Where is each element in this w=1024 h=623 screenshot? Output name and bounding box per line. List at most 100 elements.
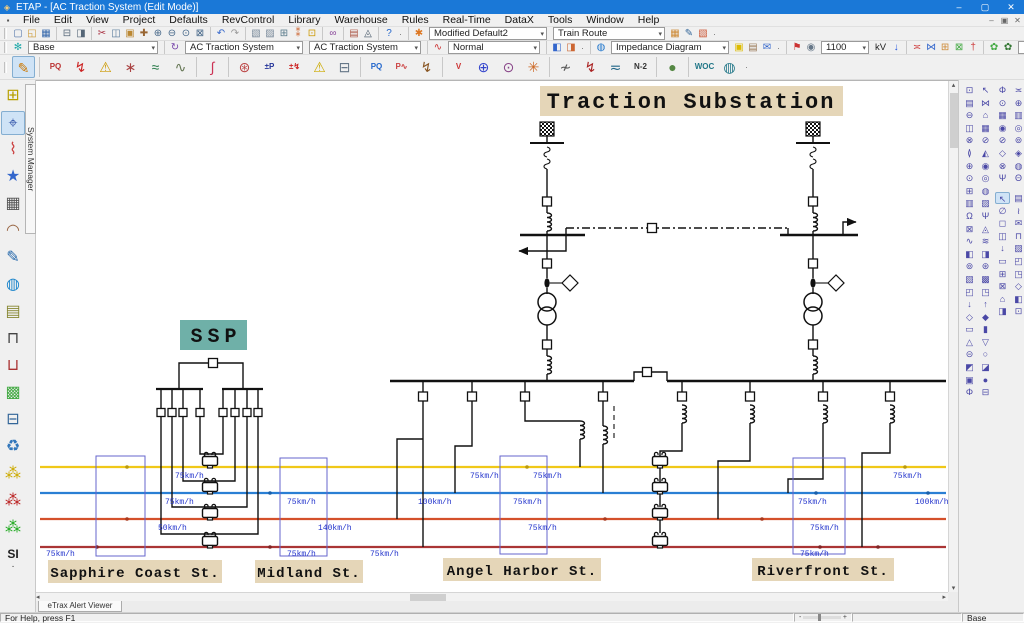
paste-icon[interactable]: ▣: [123, 27, 137, 40]
ac-element-icon-17[interactable]: ⊞: [962, 185, 977, 197]
page-new-icon[interactable]: ◧: [550, 41, 564, 54]
inst-element-icon-20[interactable]: ⊡: [1011, 305, 1024, 317]
chevron-down-icon[interactable]: ▾: [540, 30, 544, 38]
relay-element-icon-2[interactable]: ≍: [1011, 84, 1024, 96]
bus-sizing-icon[interactable]: ≍: [910, 41, 924, 54]
ac-element-icon-47[interactable]: ▣: [962, 374, 977, 386]
presentation-tree-icon[interactable]: ⊞: [1, 84, 25, 108]
vertical-scroll-thumb[interactable]: [950, 93, 958, 148]
people-icon[interactable]: ⁑: [291, 27, 305, 40]
toolbar-overflow-icon[interactable]: ·: [581, 43, 584, 53]
schedule-icon[interactable]: ⚑: [790, 41, 804, 54]
n2-icon[interactable]: N-2: [629, 56, 652, 78]
station-label[interactable]: Midland St.: [255, 560, 363, 583]
inst-element-icon-11[interactable]: ▭: [995, 255, 1010, 267]
palette-icon[interactable]: ▦: [668, 27, 682, 40]
menu-defaults[interactable]: Defaults: [162, 14, 215, 26]
relay-curve-icon[interactable]: ≂: [604, 56, 627, 78]
zoom-slider[interactable]: [803, 616, 841, 619]
system-manager-tab[interactable]: System Manager: [25, 84, 36, 234]
pin-icon[interactable]: †: [966, 41, 980, 54]
ac-element-icon-11[interactable]: ≬: [962, 147, 977, 159]
sc2-icon[interactable]: ↯: [579, 56, 602, 78]
horizontal-scrollbar[interactable]: ◂ ▸: [36, 592, 948, 601]
chevron-down-icon[interactable]: ▾: [151, 44, 155, 52]
station-region-box[interactable]: [280, 458, 327, 556]
find-icon[interactable]: ◬: [361, 27, 375, 40]
inst-element-icon-4[interactable]: ≀: [1011, 205, 1024, 217]
track-node-dot[interactable]: [603, 517, 607, 521]
ac-element-icon-24[interactable]: ◬: [978, 223, 993, 235]
relay-element-icon-16[interactable]: Θ: [1011, 172, 1024, 184]
relay-element-icon-12[interactable]: ◈: [1011, 147, 1024, 159]
station-region-box[interactable]: [96, 456, 145, 556]
pan-icon[interactable]: ✚: [137, 27, 151, 40]
voltage-combo[interactable]: 1100▾: [821, 41, 869, 54]
menu-revcontrol[interactable]: RevControl: [215, 14, 282, 26]
station-label[interactable]: Angel Harbor St.: [443, 558, 601, 581]
comment-icon[interactable]: ✉: [760, 41, 774, 54]
frame2-icon[interactable]: ⊠: [952, 41, 966, 54]
ac-element-icon-8[interactable]: ▦: [978, 122, 993, 134]
relay-element-icon-15[interactable]: Ψ: [995, 172, 1010, 184]
ac-element-icon-15[interactable]: ⊙: [962, 172, 977, 184]
relay-element-icon-7[interactable]: ◉: [995, 122, 1010, 134]
filter-combo[interactable]: ▾: [1018, 41, 1024, 54]
picture-icon[interactable]: ▧: [696, 27, 710, 40]
calendar-icon[interactable]: ▤: [347, 27, 361, 40]
relay-element-icon-8[interactable]: ◎: [1011, 122, 1024, 134]
ground-fault-icon[interactable]: ↯: [415, 56, 438, 78]
menu-real-time[interactable]: Real-Time: [436, 14, 498, 26]
pq-circle-icon[interactable]: ⊕: [472, 56, 495, 78]
copy-icon[interactable]: ◫: [109, 27, 123, 40]
inst-element-icon-17[interactable]: ⌂: [995, 293, 1010, 305]
chevron-down-icon[interactable]: ▾: [533, 44, 537, 52]
vertical-scrollbar[interactable]: ▴ ▾: [948, 81, 958, 593]
toolbar-overflow-icon[interactable]: ·: [777, 43, 780, 53]
horizontal-scroll-thumb[interactable]: [410, 594, 446, 601]
ac-element-icon-1[interactable]: ⊡: [962, 84, 977, 96]
route-combo[interactable]: Train Route▾: [553, 27, 665, 40]
unbalanced-lf-icon[interactable]: ≈: [144, 56, 167, 78]
etrax-alert-viewer-tab[interactable]: eTrax Alert Viewer: [38, 601, 122, 612]
substation-title-label[interactable]: Traction Substation: [540, 86, 843, 116]
zoom-in-icon[interactable]: ⊕: [151, 27, 165, 40]
ac-element-icon-26[interactable]: ≋: [978, 235, 993, 247]
oneline-diagram-icon[interactable]: ⌖: [1, 111, 25, 135]
frame-icon[interactable]: ⊞: [938, 41, 952, 54]
inst-element-icon-2[interactable]: ▤: [1011, 192, 1024, 204]
zoom-out-button[interactable]: -: [799, 614, 801, 622]
ac-element-icon-32[interactable]: ▩: [978, 273, 993, 285]
cut-icon[interactable]: ✂: [95, 27, 109, 40]
ac-element-icon-42[interactable]: ▽: [978, 336, 993, 348]
menu-datax[interactable]: DataX: [498, 14, 541, 26]
leaf-icon[interactable]: ●: [661, 56, 684, 78]
scroll-up-icon[interactable]: ▴: [949, 81, 958, 90]
station-label[interactable]: Sapphire Coast St.: [48, 560, 222, 583]
chevron-down-icon[interactable]: ▾: [722, 44, 726, 52]
arc-flash-icon[interactable]: ⚠: [94, 56, 117, 78]
presentation-combo[interactable]: AC Traction System▾: [309, 41, 421, 54]
validate2-icon[interactable]: ✿: [1001, 41, 1015, 54]
note-icon[interactable]: ▣: [732, 41, 746, 54]
ac-element-icon-13[interactable]: ⊕: [962, 160, 977, 172]
toolbar-handle[interactable]: [4, 62, 7, 73]
hub-icon[interactable]: ⊙: [497, 56, 520, 78]
ac-element-icon-36[interactable]: ↑: [978, 298, 993, 310]
theme-combo[interactable]: Modified Default2▾: [429, 27, 547, 40]
arc-flash2-icon[interactable]: ⚠: [308, 56, 331, 78]
ac-element-icon-29[interactable]: ⊚: [962, 260, 977, 272]
inst-element-icon-9[interactable]: ↓: [995, 242, 1010, 254]
grid-icon[interactable]: ⊞: [277, 27, 291, 40]
ac-element-icon-34[interactable]: ◳: [978, 286, 993, 298]
optimal-pf-icon[interactable]: ⊛: [233, 56, 256, 78]
ac-element-icon-25[interactable]: ∿: [962, 235, 977, 247]
menu-warehouse[interactable]: Warehouse: [327, 14, 394, 26]
globe-diagram-icon[interactable]: ◍: [594, 41, 608, 54]
ac-element-icon-14[interactable]: ◉: [978, 160, 993, 172]
star-icon[interactable]: ✳: [522, 56, 545, 78]
diagram-combo[interactable]: Impedance Diagram▾: [611, 41, 729, 54]
inst-element-icon-5[interactable]: ◻: [995, 217, 1010, 229]
panel-systems-icon[interactable]: ▤: [1, 300, 25, 324]
ac-element-icon-19[interactable]: ▥: [962, 197, 977, 209]
